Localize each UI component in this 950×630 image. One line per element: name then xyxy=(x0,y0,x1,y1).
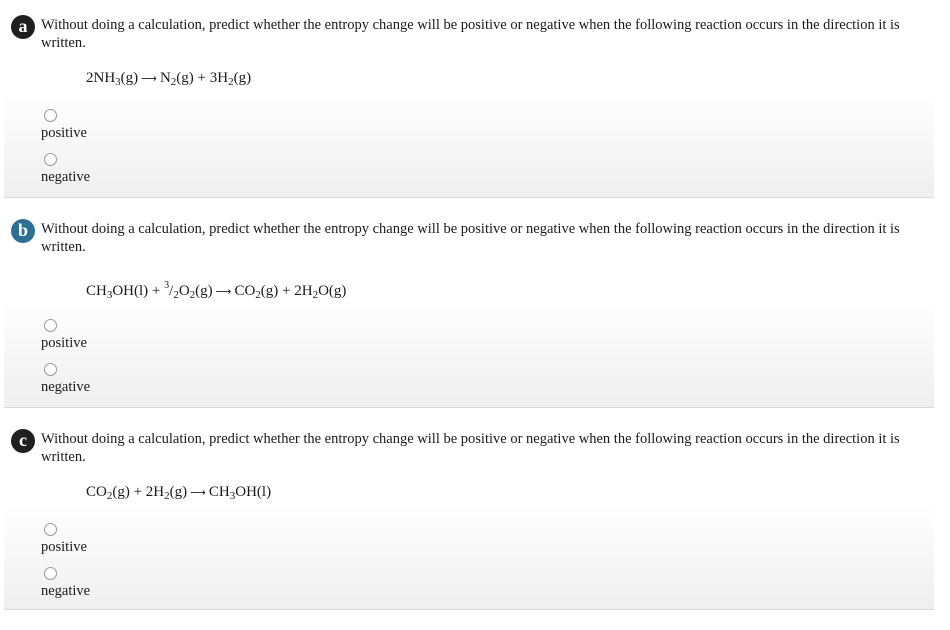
question-b-positive-radio[interactable] xyxy=(44,319,57,332)
question-a-negative-label[interactable]: negative xyxy=(41,168,90,186)
equation-text: N xyxy=(159,70,171,86)
equation-text: (g) xyxy=(233,70,252,86)
equation-text: (g) xyxy=(169,484,188,500)
reaction-arrow-icon: ⟶ xyxy=(190,486,206,499)
question-b-panel: b Without doing a calculation, predict w… xyxy=(4,208,934,408)
question-c-badge: c xyxy=(11,429,35,453)
reaction-arrow-icon: ⟶ xyxy=(141,72,157,85)
question-b-prompt: Without doing a calculation, predict whe… xyxy=(41,221,900,255)
equation-text: (g) xyxy=(120,70,139,86)
equation-text: (g) + 2H xyxy=(260,283,313,299)
equation-text: CO xyxy=(86,484,107,500)
question-a-badge: a xyxy=(11,15,35,39)
equation-text: (g) xyxy=(195,283,213,299)
reaction-arrow-icon: ⟶ xyxy=(215,285,232,298)
equation-text: (g) + 3H xyxy=(176,70,229,86)
question-b-badge: b xyxy=(11,219,35,243)
question-a-negative-radio[interactable] xyxy=(44,153,57,166)
equation-text: CH xyxy=(86,283,107,299)
question-b-equation: CH3OH(l) + 3/2O2(g) ⟶ CO2(g) + 2H2O(g) xyxy=(86,280,346,301)
question-b-negative-label[interactable]: negative xyxy=(41,378,90,396)
equation-text: O xyxy=(178,283,190,299)
question-c-negative-radio[interactable] xyxy=(44,567,57,580)
question-c-negative-label[interactable]: negative xyxy=(41,582,90,600)
question-c-panel: c Without doing a calculation, predict w… xyxy=(4,418,934,610)
equation-text: O(g) xyxy=(318,283,347,299)
question-a-equation: 2NH3(g) ⟶ N2(g) + 3H2(g) xyxy=(86,70,251,88)
question-a-panel: a Without doing a calculation, predict w… xyxy=(4,4,934,198)
question-a-prompt: Without doing a calculation, predict whe… xyxy=(41,17,900,51)
equation-text: OH(l) + xyxy=(112,283,165,299)
question-b-negative-radio[interactable] xyxy=(44,363,57,376)
equation-text: CH xyxy=(208,484,230,500)
question-a-positive-radio[interactable] xyxy=(44,109,57,122)
question-c-positive-radio[interactable] xyxy=(44,523,57,536)
question-a-positive-label[interactable]: positive xyxy=(41,124,87,142)
equation-text: CO xyxy=(234,283,256,299)
question-c-prompt: Without doing a calculation, predict whe… xyxy=(41,431,900,465)
question-b-positive-label[interactable]: positive xyxy=(41,334,87,352)
equation-text: (g) + 2H xyxy=(112,484,165,500)
question-c-positive-label[interactable]: positive xyxy=(41,538,87,556)
question-c-equation: CO2(g) + 2H2(g) ⟶ CH3OH(l) xyxy=(86,484,271,502)
equation-text: OH(l) xyxy=(235,484,272,500)
equation-text: 2NH xyxy=(86,70,116,86)
